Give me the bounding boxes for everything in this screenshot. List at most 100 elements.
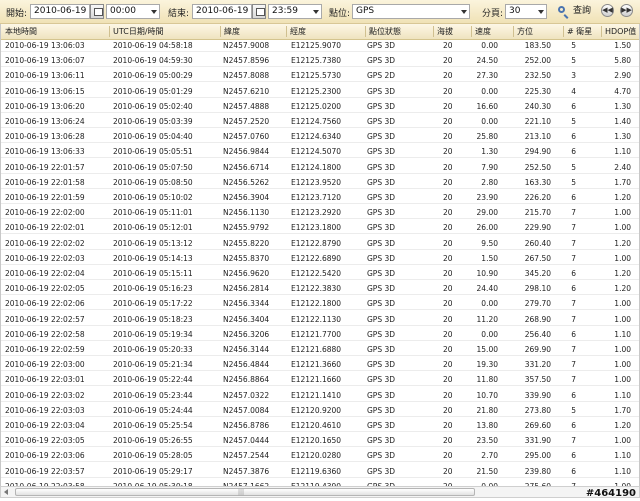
point-label: 點位: xyxy=(329,9,351,19)
table-row[interactable]: 2010-06-19 22:01:57 2010-06-19 05:07:50 N2… xyxy=(1,162,639,174)
query-button[interactable]: 查詢 xyxy=(555,3,597,20)
table-cell: 2010-06-19 05:16:23 xyxy=(113,284,193,294)
table-cell: 6 xyxy=(571,466,576,476)
table-row[interactable]: 2010-06-19 22:02:05 2010-06-19 05:16:23 N2… xyxy=(1,283,639,296)
table-cell: E12120.4610 xyxy=(291,421,342,430)
table-cell: 1.20 xyxy=(614,421,631,430)
table-row[interactable]: 2010-06-19 13:06:20 2010-06-19 05:02:40 N2… xyxy=(1,101,639,113)
column-header[interactable]: 經度 xyxy=(290,24,306,39)
column-header[interactable]: 海拔 xyxy=(437,24,453,39)
table-cell: 0.00 xyxy=(481,41,498,50)
table-row[interactable]: 2010-06-19 22:02:06 2010-06-19 05:17:22 N2… xyxy=(1,298,639,311)
table-row[interactable]: 2010-06-19 22:03:57 2010-06-19 05:29:17 N2… xyxy=(1,466,639,478)
table-cell: 252.00 xyxy=(524,56,551,66)
table-cell: 25.80 xyxy=(476,132,498,142)
start-date-input[interactable]: 2010-06-19 xyxy=(30,4,90,19)
table-cell: GPS 3D xyxy=(367,314,396,324)
table-cell: E12125.9070 xyxy=(291,41,342,50)
page-size-select[interactable]: 30 xyxy=(505,4,547,19)
start-time-select[interactable]: 00:00 xyxy=(106,4,160,19)
table-cell: 1.00 xyxy=(614,360,631,370)
end-date-picker-button[interactable] xyxy=(252,4,266,19)
table-row[interactable]: 2010-06-19 22:02:57 2010-06-19 05:18:23 N2… xyxy=(1,314,639,326)
table-cell: 1.30 xyxy=(481,147,498,157)
column-divider[interactable] xyxy=(286,26,287,37)
table-cell: 5 xyxy=(571,405,576,415)
table-cell: 23.50 xyxy=(476,436,498,446)
table-cell: 357.50 xyxy=(524,375,551,385)
next-page-button[interactable]: ▶▶ xyxy=(620,4,633,17)
column-header[interactable]: UTC日期/時間 xyxy=(113,24,164,39)
table-row[interactable]: 2010-06-19 22:03:03 2010-06-19 05:24:44 N2… xyxy=(1,405,639,417)
table-cell: E12123.7120 xyxy=(291,193,342,202)
column-divider[interactable] xyxy=(220,26,221,37)
table-row[interactable]: 2010-06-19 22:02:58 2010-06-19 05:19:34 N2… xyxy=(1,329,639,341)
table-row[interactable]: 2010-06-19 13:06:24 2010-06-19 05:03:39 N2… xyxy=(1,116,639,128)
table-row[interactable]: 2010-06-19 22:02:59 2010-06-19 05:20:33 N2… xyxy=(1,344,639,356)
table-row[interactable]: 2010-06-19 13:06:28 2010-06-19 05:04:40 N2… xyxy=(1,131,639,144)
table-cell: 1.00 xyxy=(614,314,631,324)
table-row[interactable]: 2010-06-19 22:03:00 2010-06-19 05:21:34 N2… xyxy=(1,359,639,372)
table-cell: GPS 2D xyxy=(367,71,396,81)
column-header[interactable]: 速度 xyxy=(475,24,491,39)
end-time-select[interactable]: 23:59 xyxy=(268,4,322,19)
table-row[interactable]: 2010-06-19 22:02:01 2010-06-19 05:12:01 N2… xyxy=(1,222,639,235)
column-header[interactable]: 點位狀態 xyxy=(369,24,401,39)
table-row[interactable]: 2010-06-19 13:06:11 2010-06-19 05:00:29 N2… xyxy=(1,70,639,83)
table-cell: 1.20 xyxy=(614,238,631,248)
table-cell: E12121.7700 xyxy=(291,329,342,339)
column-divider[interactable] xyxy=(109,26,110,37)
start-date-picker-button[interactable] xyxy=(90,4,104,19)
table-cell: E12120.0280 xyxy=(291,451,342,461)
table-cell: 7 xyxy=(571,360,576,370)
end-date-input[interactable]: 2010-06-19 xyxy=(192,4,252,19)
column-divider[interactable] xyxy=(433,26,434,37)
table-cell: 21.80 xyxy=(476,405,498,415)
table-cell: 1.40 xyxy=(614,117,631,126)
point-type-select[interactable]: GPS xyxy=(352,4,470,19)
table-row[interactable]: 2010-06-19 22:03:05 2010-06-19 05:26:55 N2… xyxy=(1,435,639,448)
column-divider[interactable] xyxy=(601,26,602,37)
table-row[interactable]: 2010-06-19 22:03:02 2010-06-19 05:23:44 N2… xyxy=(1,390,639,402)
horizontal-scrollbar[interactable]: ||| xyxy=(0,486,640,498)
column-header[interactable]: 緯度 xyxy=(224,24,240,39)
table-cell: GPS 3D xyxy=(367,466,396,476)
table-row[interactable]: 2010-06-19 13:06:15 2010-06-19 05:01:29 N2… xyxy=(1,86,639,98)
table-cell: 20 xyxy=(443,101,453,111)
table-cell: N2457.0444 xyxy=(223,436,270,446)
table-row[interactable]: 2010-06-19 22:02:02 2010-06-19 05:13:12 N2… xyxy=(1,238,639,250)
table-row[interactable]: 2010-06-19 22:03:04 2010-06-19 05:25:54 N2… xyxy=(1,420,639,432)
table-cell: 2010-06-19 05:14:13 xyxy=(113,253,193,263)
scroll-left-icon[interactable] xyxy=(4,489,8,495)
table-cell: E12124.1800 xyxy=(291,162,342,172)
table-row[interactable]: 2010-06-19 22:01:58 2010-06-19 05:08:50 N2… xyxy=(1,177,639,189)
column-divider[interactable] xyxy=(513,26,514,37)
column-divider[interactable] xyxy=(471,26,472,37)
table-row[interactable]: 2010-06-19 13:06:03 2010-06-19 04:58:18 N2… xyxy=(1,40,639,52)
column-header[interactable]: 方位 xyxy=(517,24,533,39)
column-header[interactable]: HDOP值 xyxy=(605,24,636,39)
table-row[interactable]: 2010-06-19 22:03:06 2010-06-19 05:28:05 N2… xyxy=(1,450,639,463)
table-row[interactable]: 2010-06-19 22:02:03 2010-06-19 05:14:13 N2… xyxy=(1,253,639,265)
table-cell: 20 xyxy=(443,117,453,126)
column-header[interactable]: # 衛星 xyxy=(567,24,592,39)
table-row[interactable]: 2010-06-19 22:02:04 2010-06-19 05:15:11 N2… xyxy=(1,268,639,280)
page-size-label: 分頁: xyxy=(482,9,504,19)
table-row[interactable]: 2010-06-19 13:06:07 2010-06-19 04:59:30 N2… xyxy=(1,55,639,68)
column-divider[interactable] xyxy=(563,26,564,37)
table-cell: 256.40 xyxy=(524,329,551,339)
scrollbar-thumb[interactable]: ||| xyxy=(15,488,475,496)
table-row[interactable]: 2010-06-19 22:03:01 2010-06-19 05:22:44 N2… xyxy=(1,374,639,387)
column-divider[interactable] xyxy=(365,26,366,37)
column-header[interactable]: 本地時間 xyxy=(5,24,37,39)
prev-page-button[interactable]: ◀◀ xyxy=(601,4,614,17)
table-cell: 2.80 xyxy=(481,177,498,187)
table-cell: 221.10 xyxy=(524,117,551,126)
table-row[interactable]: 2010-06-19 13:06:33 2010-06-19 05:05:51 N2… xyxy=(1,146,639,159)
table-cell: 11.80 xyxy=(476,375,498,385)
table-cell: 2010-06-19 22:02:00 xyxy=(5,208,85,218)
table-cell: 20 xyxy=(443,253,453,263)
table-row[interactable]: 2010-06-19 22:02:00 2010-06-19 05:11:01 N2… xyxy=(1,207,639,220)
table-row[interactable]: 2010-06-19 22:01:59 2010-06-19 05:10:02 N2… xyxy=(1,192,639,204)
table-cell: 2010-06-19 22:02:58 xyxy=(5,329,85,339)
